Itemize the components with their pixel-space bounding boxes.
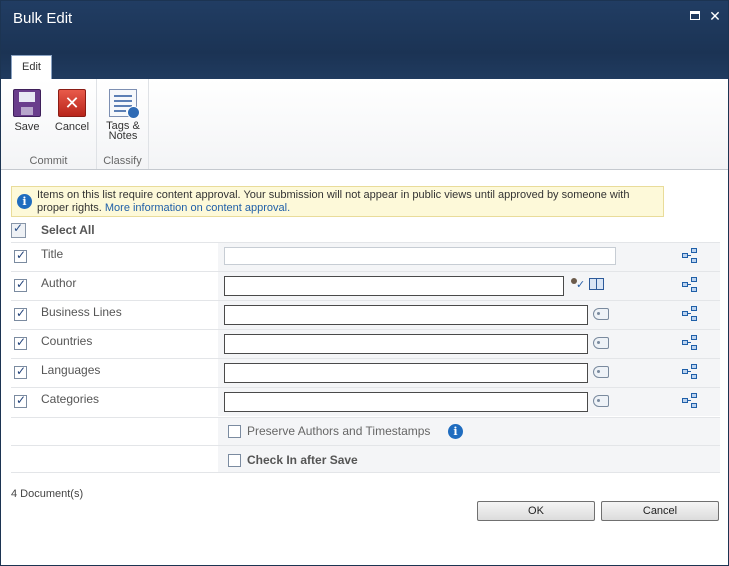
title-checkbox[interactable] <box>14 248 27 263</box>
ribbon-group-commit: Save ✕ Cancel Commit <box>1 79 97 169</box>
field-label-countries: Countries <box>41 334 93 348</box>
save-label: Save <box>14 121 40 133</box>
author-checkbox[interactable] <box>14 277 27 292</box>
check-in-label: Check In after Save <box>247 453 358 467</box>
author-input[interactable] <box>224 276 564 296</box>
select-all-icon[interactable] <box>11 221 26 238</box>
cancel-icon: ✕ <box>58 89 86 117</box>
select-all-label: Select All <box>41 223 95 237</box>
business-lines-input[interactable] <box>224 305 588 325</box>
ribbon-cancel-label: Cancel <box>54 121 90 133</box>
countries-checkbox[interactable] <box>14 335 27 350</box>
preserve-authors-checkbox[interactable] <box>228 425 241 438</box>
hierarchy-icon[interactable] <box>682 306 698 322</box>
field-row-business-lines: Business Lines <box>11 300 720 329</box>
check-in-checkbox[interactable] <box>228 454 241 467</box>
check-names-icon[interactable] <box>569 277 585 293</box>
content-approval-link[interactable]: More information on content approval. <box>105 202 290 214</box>
close-icon[interactable]: ✕ <box>708 9 722 23</box>
ribbon: Save ✕ Cancel Commit Tags & Notes Classi… <box>1 79 728 170</box>
tags-notes-icon <box>109 89 140 119</box>
tags-notes-label-2: Notes <box>108 130 138 142</box>
hierarchy-icon[interactable] <box>682 277 698 293</box>
cancel-button[interactable]: Cancel <box>601 501 719 521</box>
dialog-title: Bulk Edit <box>13 10 73 27</box>
tag-browse-icon[interactable] <box>593 337 609 349</box>
field-row-countries: Countries <box>11 329 720 358</box>
content-approval-notice: i Items on this list require content app… <box>11 186 664 217</box>
browse-address-book-icon[interactable] <box>589 278 604 290</box>
languages-checkbox[interactable] <box>14 364 27 379</box>
languages-input[interactable] <box>224 363 588 383</box>
tag-browse-icon[interactable] <box>593 366 609 378</box>
field-label-title: Title <box>41 247 64 261</box>
field-row-categories: Categories <box>11 387 720 416</box>
save-icon <box>13 89 41 117</box>
group-label-commit: Commit <box>29 155 68 167</box>
tag-browse-icon[interactable] <box>593 308 609 320</box>
hierarchy-icon[interactable] <box>682 364 698 380</box>
preserve-authors-row: Preserve Authors and Timestamps i <box>11 417 720 445</box>
business-lines-checkbox[interactable] <box>14 306 27 321</box>
info-icon[interactable]: i <box>448 424 463 439</box>
ok-button[interactable]: OK <box>477 501 595 521</box>
field-row-author: Author <box>11 271 720 300</box>
title-bar: Bulk Edit ✕ <box>1 1 728 53</box>
bulk-edit-dialog: Bulk Edit ✕ Edit Save ✕ Cancel Commit Ta… <box>0 0 729 566</box>
save-button[interactable]: Save <box>7 89 47 133</box>
field-row-title: Title <box>11 242 720 271</box>
hierarchy-icon[interactable] <box>682 248 698 264</box>
ribbon-group-classify: Tags & Notes Classify <box>97 79 149 169</box>
hierarchy-icon[interactable] <box>682 335 698 351</box>
ribbon-tab-bar: Edit <box>1 53 728 79</box>
tab-edit[interactable]: Edit <box>11 55 52 79</box>
preserve-authors-label: Preserve Authors and Timestamps <box>247 424 431 438</box>
countries-input[interactable] <box>224 334 588 354</box>
field-label-categories: Categories <box>41 392 100 406</box>
document-count: 4 Document(s) <box>11 488 84 500</box>
field-label-languages: Languages <box>41 363 101 377</box>
hierarchy-icon[interactable] <box>682 393 698 409</box>
field-label-business-lines: Business Lines <box>41 305 122 319</box>
categories-checkbox[interactable] <box>14 393 27 408</box>
maximize-icon[interactable] <box>688 9 702 23</box>
group-label-classify: Classify <box>103 155 142 167</box>
info-icon: i <box>17 194 32 209</box>
title-input[interactable] <box>224 247 616 265</box>
field-label-author: Author <box>41 276 77 290</box>
categories-input[interactable] <box>224 392 588 412</box>
tags-notes-button[interactable]: Tags & Notes <box>101 89 145 142</box>
tag-browse-icon[interactable] <box>593 395 609 407</box>
check-in-row: Check In after Save <box>11 445 720 473</box>
field-row-languages: Languages <box>11 358 720 387</box>
ribbon-cancel-button[interactable]: ✕ Cancel <box>51 89 93 133</box>
